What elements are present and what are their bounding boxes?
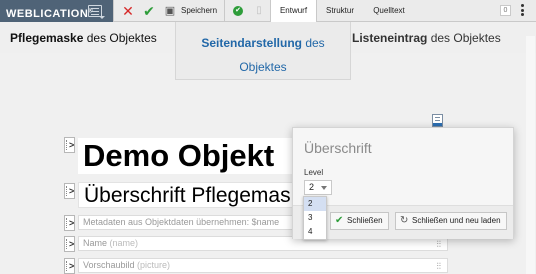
level-label: Level bbox=[304, 168, 324, 177]
level-select[interactable]: 2 bbox=[304, 180, 332, 195]
brand-logo: WEBLICATION® bbox=[0, 0, 113, 22]
document-icon[interactable]: ▯ bbox=[251, 3, 267, 19]
scrollbar[interactable] bbox=[526, 36, 535, 274]
drag-handle[interactable]: > bbox=[64, 258, 75, 274]
drag-handle[interactable]: > bbox=[64, 215, 75, 231]
sliders-icon[interactable]: ⫶⫶ bbox=[436, 260, 441, 272]
level-value: 2 bbox=[309, 182, 315, 192]
notification-counter[interactable]: 0 bbox=[500, 5, 511, 16]
tab-pflegemaske[interactable]: Pflegemaske des Objektes bbox=[10, 31, 157, 45]
toolbar-divider bbox=[113, 0, 114, 22]
tab-entwurf[interactable]: Entwurf bbox=[270, 0, 317, 23]
drag-handle[interactable]: > bbox=[64, 137, 75, 153]
more-options-icon[interactable] bbox=[521, 4, 525, 18]
field-sublabel: (name) bbox=[107, 238, 139, 248]
cancel-icon[interactable]: ✕ bbox=[120, 3, 136, 19]
tab-listeneintrag[interactable]: Listeneintrag des Objektes bbox=[352, 31, 501, 45]
close-reload-button[interactable]: ↻ Schließen und neu laden bbox=[395, 212, 507, 230]
tab-seitendarstellung[interactable]: Seitendarstellung des Objektes bbox=[175, 22, 351, 80]
chevron-down-icon bbox=[321, 186, 327, 190]
level-option-2[interactable]: 2 bbox=[304, 197, 326, 211]
picture-field[interactable]: Vorschaubild (picture) ⫶⫶ bbox=[78, 258, 448, 273]
subheading[interactable]: Überschrift Pflegemas bbox=[78, 182, 293, 208]
drag-handle[interactable]: > bbox=[64, 236, 75, 252]
field-label: Name bbox=[83, 238, 108, 248]
brand-name: WEBLICATION® bbox=[6, 7, 93, 20]
page-heading[interactable]: Demo Objekt bbox=[78, 138, 293, 174]
check-circle-icon[interactable]: ✔ bbox=[233, 6, 243, 16]
dialog-title: Überschrift bbox=[304, 140, 372, 156]
field-sublabel: (picture) bbox=[134, 260, 171, 270]
level-dropdown: 2 3 4 bbox=[303, 196, 327, 240]
level-option-3[interactable]: 3 bbox=[304, 211, 326, 225]
field-label: Metadaten aus Objektdaten übernehmen: $n… bbox=[83, 217, 280, 227]
level-option-4[interactable]: 4 bbox=[304, 225, 326, 239]
toolbar-divider bbox=[224, 0, 225, 22]
menu-icon[interactable] bbox=[88, 5, 105, 19]
save-check-icon[interactable]: ✔ bbox=[141, 3, 157, 19]
tab-quelltext[interactable]: Quelltext bbox=[365, 0, 413, 22]
disk-icon[interactable]: ▣ bbox=[162, 3, 178, 19]
check-icon: ✔ bbox=[335, 215, 344, 226]
main-toolbar: WEBLICATION® ✕ ✔ ▣ Speichern ✔ ▯ Entwurf… bbox=[0, 0, 536, 23]
tab-struktur[interactable]: Struktur bbox=[319, 0, 361, 22]
drag-handle[interactable]: > bbox=[64, 183, 75, 199]
save-button[interactable]: Speichern bbox=[181, 0, 217, 22]
close-button[interactable]: ✔ Schließen bbox=[330, 212, 389, 230]
page-icon[interactable] bbox=[432, 114, 443, 127]
reload-icon: ↻ bbox=[400, 215, 409, 226]
field-label: Vorschaubild bbox=[83, 260, 135, 270]
sliders-icon[interactable]: ⫶⫶ bbox=[436, 238, 441, 250]
